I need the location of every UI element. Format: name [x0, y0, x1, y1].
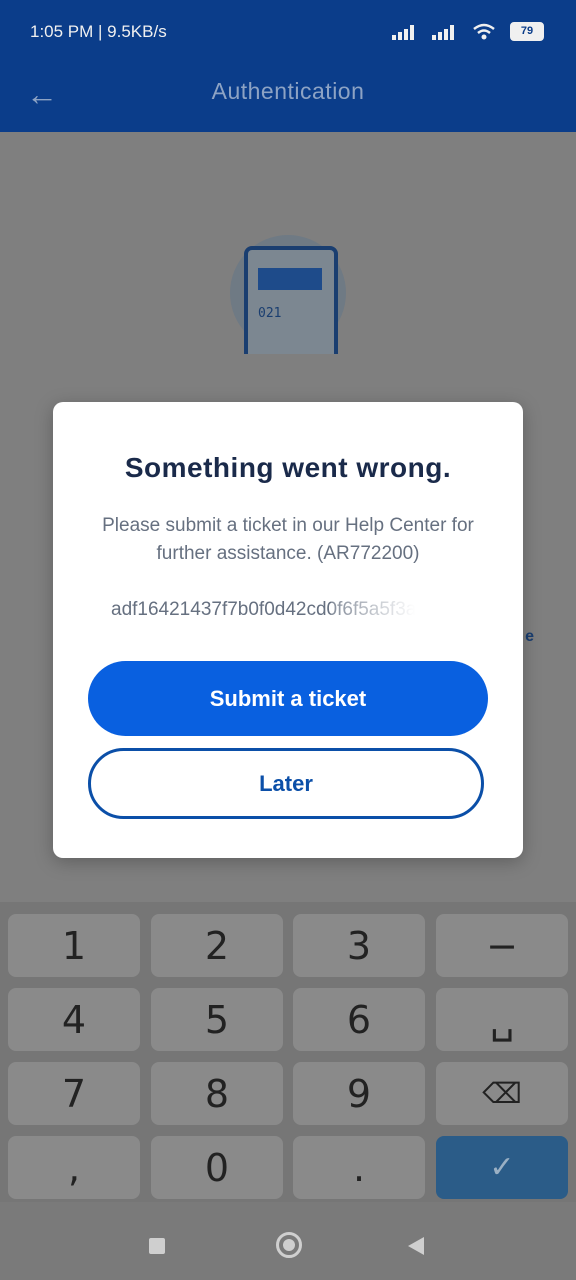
key-3[interactable]: 3	[293, 914, 425, 977]
key-4[interactable]: 4	[8, 988, 140, 1051]
check-icon[interactable]: ✓	[436, 1136, 568, 1199]
key-2[interactable]: 2	[151, 914, 283, 977]
key-6[interactable]: 6	[293, 988, 425, 1051]
status-bar: 1:05 PM | 9.5KB/s 79	[0, 0, 576, 62]
key-0[interactable]: 0	[151, 1136, 283, 1199]
phone-screen	[258, 268, 322, 290]
home-icon[interactable]	[276, 1232, 302, 1258]
app-bar: ← Authentication	[0, 62, 576, 132]
back-triangle-icon[interactable]	[408, 1237, 424, 1255]
dialog-message: Please submit a ticket in our Help Cente…	[102, 515, 474, 564]
trace-id: adf16421437f7b0f0d42cd0f6f5a5f3a	[111, 599, 467, 627]
recents-icon[interactable]	[149, 1238, 165, 1254]
key-7[interactable]: 7	[8, 1062, 140, 1125]
key-9[interactable]: 9	[293, 1062, 425, 1125]
battery-icon: 79	[510, 22, 544, 41]
status-icons: 79	[392, 22, 544, 41]
key-8[interactable]: 8	[151, 1062, 283, 1125]
signal-icon-2	[432, 24, 458, 40]
phone-illustration-icon: 021	[244, 246, 338, 354]
backspace-icon[interactable]: ⌫	[436, 1062, 568, 1125]
error-dialog: Something went wrong. Please submit a ti…	[53, 402, 523, 858]
numeric-keypad: 1 2 3 − 4 5 6 ␣ 7 8 9 ⌫ , 0 . ✓	[0, 902, 576, 1202]
illustration-code: 021	[258, 306, 282, 321]
key-minus[interactable]: −	[436, 914, 568, 977]
key-period[interactable]: .	[293, 1136, 425, 1199]
later-button[interactable]: Later	[88, 748, 484, 819]
status-time: 1:05 PM | 9.5KB/s	[30, 22, 167, 41]
wifi-icon	[473, 23, 495, 39]
page-title: Authentication	[211, 78, 365, 104]
dialog-title: Something went wrong.	[124, 452, 452, 483]
space-icon[interactable]: ␣	[436, 988, 568, 1051]
key-1[interactable]: 1	[8, 914, 140, 977]
submit-ticket-button[interactable]: Submit a ticket	[88, 661, 488, 736]
system-nav-bar	[0, 1202, 576, 1280]
hidden-link[interactable]: e	[525, 628, 534, 646]
key-5[interactable]: 5	[151, 988, 283, 1051]
signal-icon	[392, 24, 418, 40]
key-comma[interactable]: ,	[8, 1136, 140, 1199]
